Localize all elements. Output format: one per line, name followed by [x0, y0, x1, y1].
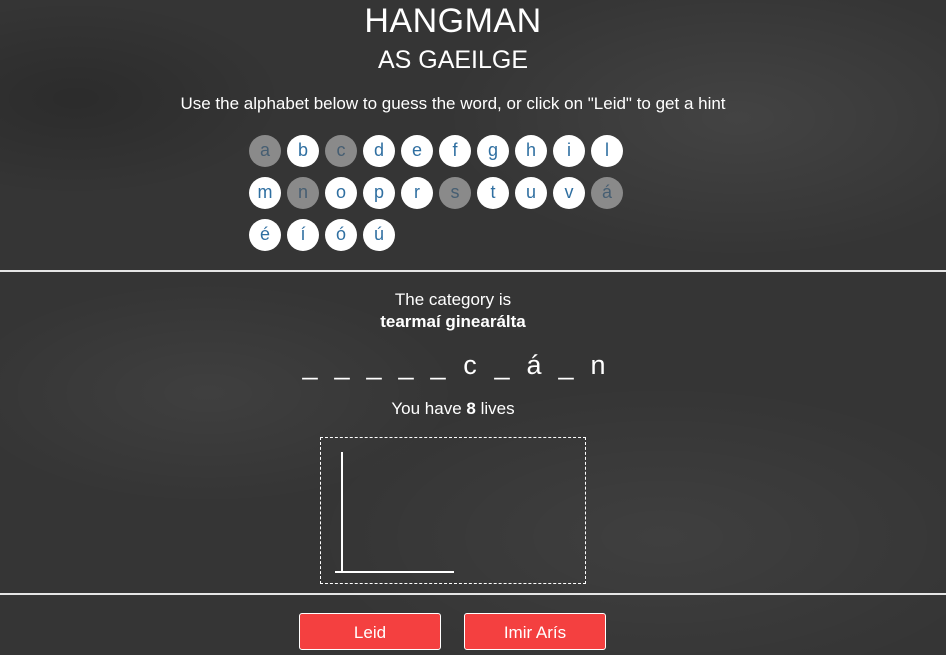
top-divider — [0, 270, 946, 272]
game-title: HANGMAN — [364, 2, 542, 40]
letter-button[interactable]: f — [439, 135, 471, 167]
lives-suffix: lives — [480, 399, 515, 418]
letter-button[interactable]: g — [477, 135, 509, 167]
lives-count: 8 — [466, 399, 476, 418]
revealed-letter: c — [463, 350, 477, 380]
bottom-divider — [0, 593, 946, 595]
letter-button[interactable]: d — [363, 135, 395, 167]
letter-button[interactable]: e — [401, 135, 433, 167]
letter-button[interactable]: m — [249, 177, 281, 209]
letter-button[interactable]: l — [591, 135, 623, 167]
blank-slot: _ — [430, 350, 446, 380]
blank-slot: _ — [558, 350, 574, 380]
blank-slot: _ — [398, 350, 414, 380]
gallows-drawing — [335, 452, 454, 573]
letter-button[interactable]: ó — [325, 219, 357, 251]
letter-button[interactable]: r — [401, 177, 433, 209]
letter-button[interactable]: b — [287, 135, 319, 167]
letter-button: c — [325, 135, 357, 167]
blank-slot: _ — [366, 350, 382, 380]
letter-button[interactable]: t — [477, 177, 509, 209]
hangman-canvas — [320, 437, 586, 584]
letter-button: a — [249, 135, 281, 167]
revealed-letter: n — [590, 350, 606, 380]
category-label: The category is — [394, 290, 512, 309]
lives-prefix: You have — [391, 399, 462, 418]
hint-button[interactable]: Leid — [299, 613, 441, 650]
letter-button: n — [287, 177, 319, 209]
category-value: tearmaí ginearálta — [380, 312, 526, 331]
letter-button[interactable]: v — [553, 177, 585, 209]
blank-slot: _ — [302, 350, 318, 380]
letter-button[interactable]: é — [249, 219, 281, 251]
letter-button[interactable]: í — [287, 219, 319, 251]
revealed-letter: á — [526, 350, 542, 380]
letter-button: s — [439, 177, 471, 209]
letter-button[interactable]: h — [515, 135, 547, 167]
letter-button[interactable]: i — [553, 135, 585, 167]
letter-button[interactable]: ú — [363, 219, 395, 251]
game-subtitle: AS GAEILGE — [377, 46, 529, 74]
play-again-button[interactable]: Imir Arís — [464, 613, 606, 650]
letter-button[interactable]: o — [325, 177, 357, 209]
letter-button: á — [591, 177, 623, 209]
blank-slot: _ — [334, 350, 350, 380]
blank-slot: _ — [494, 350, 510, 380]
letter-button[interactable]: u — [515, 177, 547, 209]
letter-button[interactable]: p — [363, 177, 395, 209]
lives-counter: You have 8 lives — [0, 399, 906, 419]
instructions-text: Use the alphabet below to guess the word… — [180, 94, 726, 113]
